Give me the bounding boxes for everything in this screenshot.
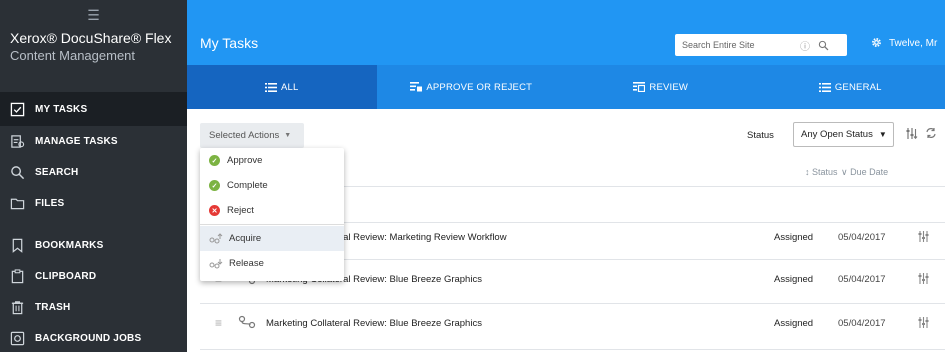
brand-subtitle: Content Management — [10, 48, 136, 63]
sidebar-item-label: FILES — [35, 198, 65, 209]
list-icon — [818, 82, 831, 92]
menu-item-release[interactable]: Release — [200, 251, 344, 276]
sidebar-item-background-jobs[interactable]: BACKGROUND JOBS — [0, 323, 187, 352]
tab-general[interactable]: GENERAL — [756, 65, 945, 109]
menu-item-acquire[interactable]: Acquire — [200, 226, 344, 251]
folder-icon — [9, 196, 25, 212]
status-column-header[interactable]: ↕ Status — [805, 167, 838, 177]
task-due-date: 05/04/2017 — [838, 232, 886, 243]
info-icon[interactable]: ⓘ — [800, 38, 810, 53]
sidebar-item-manage-tasks[interactable]: MANAGE TASKS — [0, 126, 187, 157]
approve-list-icon — [410, 82, 423, 92]
sidebar-nav: MY TASKS MANAGE TASKS SEARCH FILES BOOKM… — [0, 92, 187, 352]
sidebar-item-label: MY TASKS — [35, 103, 88, 115]
menu-item-approve[interactable]: ✓ Approve — [200, 148, 344, 173]
sidebar-item-search[interactable]: SEARCH — [0, 157, 187, 188]
row-actions-icon[interactable] — [918, 316, 929, 329]
divider — [200, 349, 945, 350]
menu-item-label: Approve — [227, 155, 263, 166]
tab-label: GENERAL — [834, 81, 882, 93]
menu-item-label: Reject — [227, 205, 254, 216]
due-date-column-header[interactable]: ∨ Due Date — [841, 167, 888, 178]
gear-icon[interactable] — [871, 37, 882, 48]
page-title: My Tasks — [200, 35, 259, 51]
sidebar-item-trash[interactable]: TRASH — [0, 292, 187, 323]
sidebar-item-bookmarks[interactable]: BOOKMARKS — [0, 230, 187, 261]
search-icon — [9, 165, 25, 181]
refresh-icon[interactable] — [925, 127, 937, 139]
clipboard-icon — [9, 269, 25, 285]
sidebar-item-label: TRASH — [35, 302, 71, 313]
status-filter-select[interactable]: Any Open Status ▼ — [793, 122, 894, 147]
list-icon — [264, 82, 277, 92]
task-status: Assigned — [774, 274, 814, 285]
row-actions-icon[interactable] — [918, 272, 929, 285]
selected-actions-label: Selected Actions — [209, 130, 280, 141]
tab-label: APPROVE OR REJECT — [426, 81, 533, 93]
trash-icon — [9, 300, 25, 316]
sidebar-item-files[interactable]: FILES — [0, 188, 187, 219]
manage-tasks-icon — [9, 134, 25, 150]
sidebar-item-label: SEARCH — [35, 167, 79, 178]
sidebar-item-label: MANAGE TASKS — [35, 136, 118, 147]
checkbox-icon — [9, 101, 25, 117]
sidebar: ☰ Xerox® DocuShare® Flex Content Managem… — [0, 0, 187, 352]
background-jobs-icon — [9, 331, 25, 347]
tab-review[interactable]: REVIEW — [566, 65, 756, 109]
status-filter-value: Any Open Status — [801, 129, 873, 140]
check-icon: ✓ — [209, 155, 220, 166]
task-tabs: ALL APPROVE OR REJECT REVIEW GENERAL — [187, 65, 945, 109]
menu-item-complete[interactable]: ✓ Complete — [200, 173, 344, 198]
top-bar: My Tasks ⓘ Twelve, Mr — [187, 0, 945, 65]
bookmark-icon — [9, 238, 25, 254]
task-name[interactable]: Marketing Collateral Review: Blue Breeze… — [266, 318, 482, 329]
task-due-date: 05/04/2017 — [838, 274, 886, 285]
column-settings-icon[interactable] — [905, 127, 918, 140]
check-icon: ✓ — [209, 180, 220, 191]
caret-down-icon: ▼ — [878, 130, 887, 139]
sidebar-header: ☰ Xerox® DocuShare® Flex Content Managem… — [0, 0, 187, 92]
tab-approve-or-reject[interactable]: APPROVE OR REJECT — [377, 65, 567, 109]
task-due-date: 05/04/2017 — [838, 318, 886, 329]
menu-separator — [200, 224, 344, 225]
sidebar-item-label: BOOKMARKS — [35, 240, 104, 251]
workflow-icon — [238, 315, 256, 329]
reject-icon: ✕ — [209, 205, 220, 216]
selected-actions-button[interactable]: Selected Actions ▼ — [200, 123, 304, 148]
table-row[interactable]: ≡ Marketing Collateral Review: Blue Bree… — [200, 308, 945, 341]
sidebar-item-label: CLIPBOARD — [35, 271, 97, 282]
row-actions-icon[interactable] — [918, 230, 929, 243]
caret-down-icon: ▼ — [284, 132, 292, 139]
tab-label: REVIEW — [649, 81, 689, 93]
search-box[interactable]: ⓘ — [675, 34, 847, 56]
hamburger-menu-icon[interactable]: ☰ — [10, 8, 177, 22]
acquire-icon — [209, 233, 223, 244]
search-icon[interactable] — [818, 40, 829, 51]
task-status: Assigned — [774, 232, 814, 243]
tab-all[interactable]: ALL — [187, 65, 377, 109]
user-name[interactable]: Twelve, Mr — [889, 38, 937, 49]
menu-item-reject[interactable]: ✕ Reject — [200, 198, 344, 223]
review-list-icon — [633, 82, 646, 92]
drag-handle-icon[interactable]: ≡ — [215, 316, 222, 330]
search-input[interactable] — [682, 40, 792, 50]
menu-item-label: Release — [229, 258, 264, 269]
menu-item-label: Complete — [227, 180, 268, 191]
sidebar-item-my-tasks[interactable]: MY TASKS — [0, 92, 187, 126]
status-filter-label: Status — [747, 130, 774, 141]
task-status: Assigned — [774, 318, 814, 329]
selected-actions-menu: ✓ Approve ✓ Complete ✕ Reject Acquire Re… — [200, 148, 344, 281]
menu-item-label: Acquire — [229, 233, 262, 244]
divider — [200, 303, 945, 304]
tab-label: ALL — [280, 81, 299, 93]
release-icon — [209, 258, 223, 269]
sidebar-item-clipboard[interactable]: CLIPBOARD — [0, 261, 187, 292]
brand-name: Xerox® DocuShare® Flex — [10, 30, 172, 46]
sidebar-item-label: BACKGROUND JOBS — [35, 333, 142, 344]
